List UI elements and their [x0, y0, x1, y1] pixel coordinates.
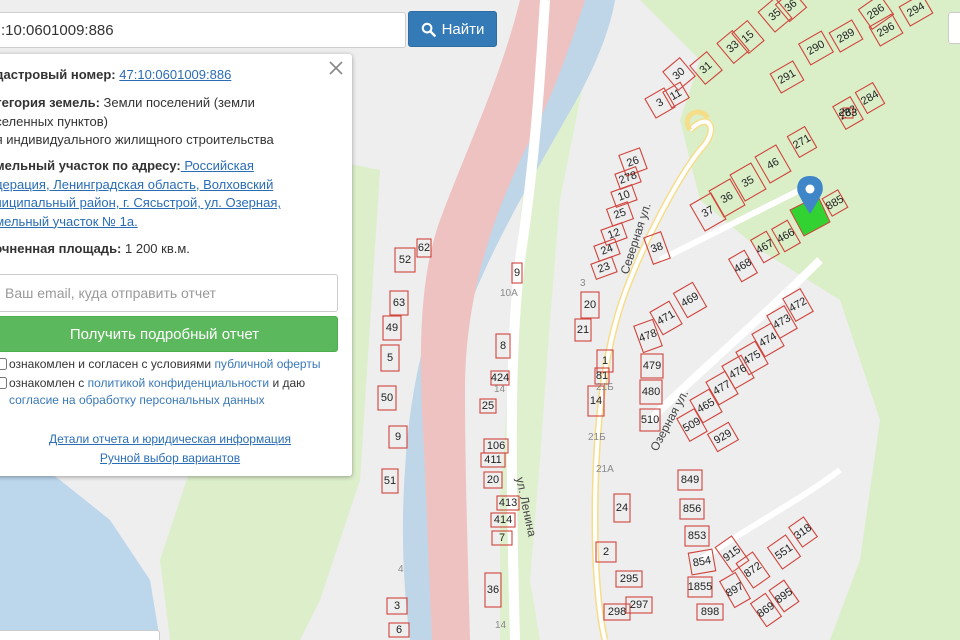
get-report-button[interactable]: Получить подробный отчет	[0, 316, 338, 352]
search-icon	[421, 22, 436, 37]
parcel-number-label: 3	[394, 600, 400, 612]
address-link-line4[interactable]: емельный участок № 1а.	[0, 214, 138, 229]
parcel-number-label: 14	[590, 395, 602, 407]
address-link-line2[interactable]: едерация, Ленинградская область, Волховс…	[0, 177, 273, 192]
area-value: 1 200 кв.м.	[121, 241, 190, 256]
address-label: емельный участок по адресу:	[0, 158, 181, 173]
offer-consent-checkbox[interactable]	[0, 358, 7, 370]
faint-label: 4	[398, 564, 404, 575]
parcel-number-label: 8	[500, 340, 506, 352]
parcel[interactable]: 413	[496, 495, 520, 511]
parcel-number-label: 24	[616, 502, 628, 514]
parcel[interactable]: 283	[839, 107, 857, 119]
area-row: точненная площадь: 1 200 кв.м.	[0, 240, 318, 259]
parcel-number-label: 7	[499, 532, 505, 544]
parcel-number-label: 480	[642, 386, 660, 398]
address-link[interactable]: Российская	[181, 158, 254, 173]
parcel-number-label: 20	[584, 299, 596, 311]
search-button[interactable]: Найти	[408, 11, 497, 47]
address-row: емельный участок по адресу: Российская е…	[0, 157, 318, 231]
cadastral-number-label: адастровый номер:	[0, 67, 116, 82]
parcel-number-label: 856	[683, 503, 701, 515]
area-label: точненная площадь:	[0, 241, 122, 256]
parcel[interactable]: 414	[490, 512, 516, 528]
report-details-link[interactable]: Детали отчета и юридическая информация	[0, 432, 352, 446]
parcel-number-label: 62	[418, 242, 430, 254]
land-category-value: Земли поселений (земли	[99, 95, 255, 110]
faint-label: 21А	[596, 464, 614, 475]
parcel[interactable]: 295	[615, 570, 643, 588]
privacy-policy-link[interactable]: политикой конфиденциальности	[88, 376, 269, 390]
manual-selection-link[interactable]: Ручной выбор вариантов	[0, 451, 352, 465]
faint-label: 21Б	[596, 382, 614, 393]
parcel[interactable]: 106	[483, 438, 509, 454]
parcel-number-label: 298	[608, 606, 626, 618]
parcel-number-label: 5	[387, 352, 393, 364]
parcel-number-label: 297	[630, 599, 648, 611]
parcel-number-label: 1855	[688, 581, 712, 593]
parcel-number-label: 106	[487, 440, 505, 452]
parcel-number-label: 49	[386, 322, 398, 334]
parcel[interactable]: 297	[625, 596, 653, 614]
offer-consent-text: ознакомлен и согласен с условиями	[9, 357, 215, 371]
parcel-number-label: 283	[839, 107, 857, 119]
parcel-number-label: 295	[620, 573, 638, 585]
cadastral-search-input[interactable]	[0, 12, 406, 48]
parcel[interactable]: 424	[490, 370, 510, 386]
parcel[interactable]: 411	[480, 452, 506, 468]
land-category-value-line3: ля индивидуального жилищного строительст…	[0, 132, 274, 147]
map-control-stub[interactable]	[948, 12, 960, 44]
parcel-number-label: 849	[681, 474, 699, 486]
parcel-number-label: 414	[494, 514, 512, 526]
faint-label: 14	[494, 384, 506, 395]
parcel-number-label: 6	[396, 624, 402, 636]
land-category-value-line2: аселенных пунктов)	[0, 113, 108, 129]
search-button-label: Найти	[441, 20, 485, 38]
parcel-number-label: 479	[643, 360, 661, 372]
faint-label: 3	[580, 278, 586, 289]
faint-label: 10А	[500, 288, 518, 299]
land-category-row: атегория земель: Земли поселений (земли …	[0, 94, 318, 150]
parcel-number-label: 63	[393, 297, 405, 309]
parcel-number-label: 52	[399, 254, 411, 266]
parcel-number-label: 51	[384, 475, 396, 487]
parcel-number-label: 2	[603, 546, 609, 558]
parcel-number-label: 81	[596, 370, 608, 382]
personal-data-consent-link[interactable]: согласие на обработку персональных данны…	[9, 393, 265, 407]
address-link-line3[interactable]: униципальный район, г. Сясьстрой, ул. Оз…	[0, 195, 281, 210]
parcel-number-label: 9	[514, 267, 520, 279]
parcel-number-label: 21	[577, 324, 589, 336]
parcel-number-label: 9	[395, 431, 401, 443]
cadastral-number-link[interactable]: 47:10:0601009:886	[119, 67, 231, 82]
parcel[interactable]: 25	[479, 398, 497, 414]
parcel-number-label: 424	[491, 372, 509, 384]
bottom-control-stub[interactable]	[0, 630, 160, 640]
parcel-info-panel: адастровый номер: 47:10:0601009:886 атег…	[0, 54, 352, 476]
faint-label: 14	[495, 620, 507, 631]
parcel-number-label: 898	[701, 606, 719, 618]
parcel-number-label: 50	[381, 392, 393, 404]
cadastral-number-row: адастровый номер: 47:10:0601009:886	[0, 66, 318, 85]
parcel-number-label: 20	[487, 474, 499, 486]
parcel-number-label: 36	[487, 584, 499, 596]
public-offer-link[interactable]: публичной оферты	[214, 357, 320, 371]
email-field[interactable]	[0, 274, 338, 312]
parcel[interactable]: 898	[696, 603, 724, 621]
parcel-number-label: 25	[482, 400, 494, 412]
parcel-number-label: 1	[602, 355, 608, 367]
faint-label: 21Б	[588, 432, 606, 443]
privacy-consent-checkbox[interactable]	[0, 377, 7, 389]
land-category-label: атегория земель:	[0, 95, 100, 110]
privacy-consent-suffix: и даю	[269, 376, 306, 390]
parcel-number-label: 853	[688, 530, 706, 542]
parcel-number-label: 510	[641, 414, 659, 426]
privacy-consent-text: ознакомлен с	[9, 376, 88, 390]
parcel-number-label: 413	[499, 497, 517, 509]
parcel-number-label: 411	[484, 454, 502, 466]
close-icon[interactable]	[328, 60, 344, 76]
